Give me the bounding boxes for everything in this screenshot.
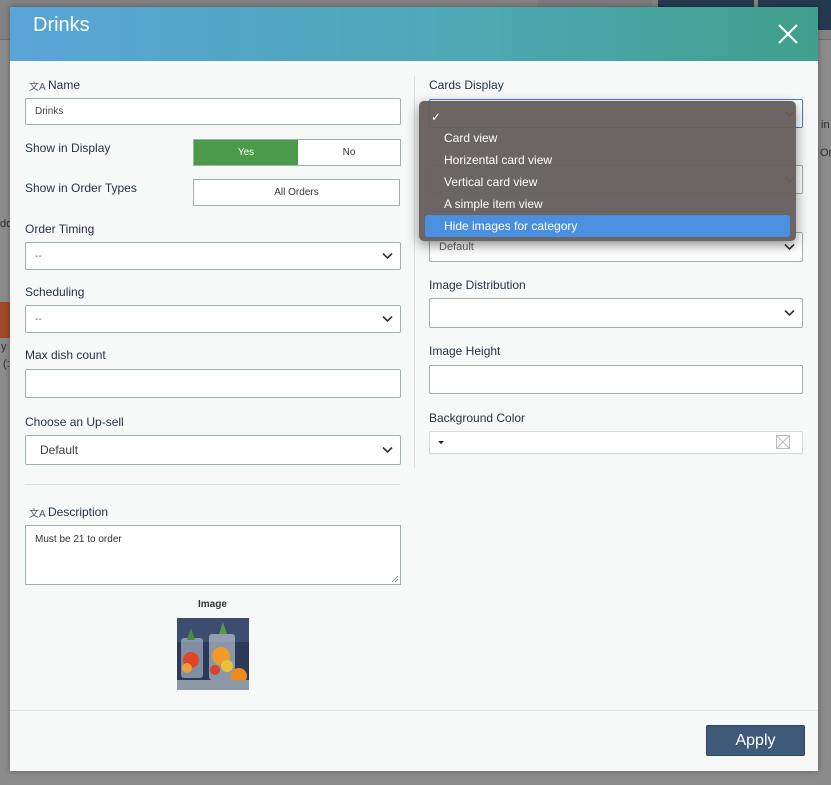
show-in-display-toggle: Yes No	[193, 139, 401, 166]
toggle-no-button[interactable]: No	[298, 140, 400, 165]
scheduling-value: --	[35, 313, 42, 325]
toggle-yes-button[interactable]: Yes	[194, 140, 298, 165]
image-height-input[interactable]	[429, 365, 803, 394]
background-text: Or	[820, 147, 831, 159]
background-thumbnail	[0, 302, 10, 338]
close-icon	[778, 24, 798, 44]
order-types-button[interactable]: All Orders	[193, 179, 400, 206]
order-timing-label: Order Timing	[25, 222, 95, 236]
order-timing-select[interactable]: --	[25, 242, 401, 270]
category-image[interactable]	[177, 618, 249, 690]
description-text: Must be 21 to order	[35, 534, 122, 545]
background-color-picker[interactable]	[429, 431, 803, 454]
image-caption: Image	[198, 599, 227, 610]
show-in-display-label: Show in Display	[25, 141, 111, 155]
chevron-down-icon	[382, 315, 393, 323]
description-textarea[interactable]: Must be 21 to order	[25, 525, 401, 585]
name-label: Name	[48, 78, 81, 92]
image-distribution-label: Image Distribution	[429, 278, 526, 292]
image-height-label: Image Height	[429, 344, 501, 358]
order-timing-value: --	[35, 250, 42, 262]
resize-handle-icon[interactable]	[391, 575, 399, 583]
apply-button[interactable]: Apply	[706, 725, 805, 756]
drinks-photo-icon	[177, 618, 249, 690]
no-color-icon	[776, 435, 790, 449]
dropdown-item[interactable]: Vertical card view	[425, 171, 790, 193]
close-button[interactable]	[776, 22, 800, 46]
caret-down-icon	[438, 441, 444, 444]
scheduling-label: Scheduling	[25, 285, 85, 299]
dropdown-item[interactable]: A simple item view	[425, 193, 790, 215]
footer-divider	[10, 710, 818, 711]
checkmark-icon: ✓	[431, 110, 442, 124]
upsell-select[interactable]: Default	[25, 435, 401, 465]
translate-icon: 文A	[29, 509, 46, 520]
dropdown-item[interactable]: Card view	[425, 127, 790, 149]
scheduling-select[interactable]: --	[25, 305, 401, 333]
column-divider	[414, 76, 415, 468]
translate-icon: 文A	[29, 82, 46, 93]
chevron-down-icon	[382, 252, 393, 260]
modal-header: Drinks	[10, 7, 818, 61]
background-color-label: Background Color	[429, 411, 526, 425]
max-dish-count-input[interactable]	[25, 369, 401, 398]
chevron-down-icon	[784, 309, 795, 317]
name-input[interactable]: Drinks	[25, 98, 401, 125]
cards-display-label: Cards Display	[429, 78, 504, 92]
image-distribution-select[interactable]	[429, 298, 803, 328]
max-dish-count-label: Max dish count	[25, 348, 106, 362]
modal-title: Drinks	[33, 14, 90, 36]
dropdown-item-empty[interactable]: ✓	[425, 106, 790, 128]
upsell-value: Default	[40, 443, 79, 457]
dropdown-item[interactable]: Horizental card view	[425, 149, 790, 171]
background-text: in	[821, 119, 830, 131]
default-select-value: Default	[439, 241, 474, 253]
description-label: Description	[48, 505, 109, 519]
upsell-label: Choose an Up-sell	[25, 415, 124, 429]
chevron-down-icon	[784, 243, 795, 251]
section-divider	[25, 484, 400, 485]
chevron-down-icon	[382, 446, 393, 454]
background-text: (:	[3, 358, 10, 370]
dropdown-item-selected[interactable]: Hide images for category	[425, 215, 790, 237]
cards-display-dropdown-menu: ✓ Card view Horizental card view Vertica…	[419, 101, 796, 241]
show-in-order-types-label: Show in Order Types	[25, 181, 137, 195]
background-text: y	[1, 341, 7, 353]
